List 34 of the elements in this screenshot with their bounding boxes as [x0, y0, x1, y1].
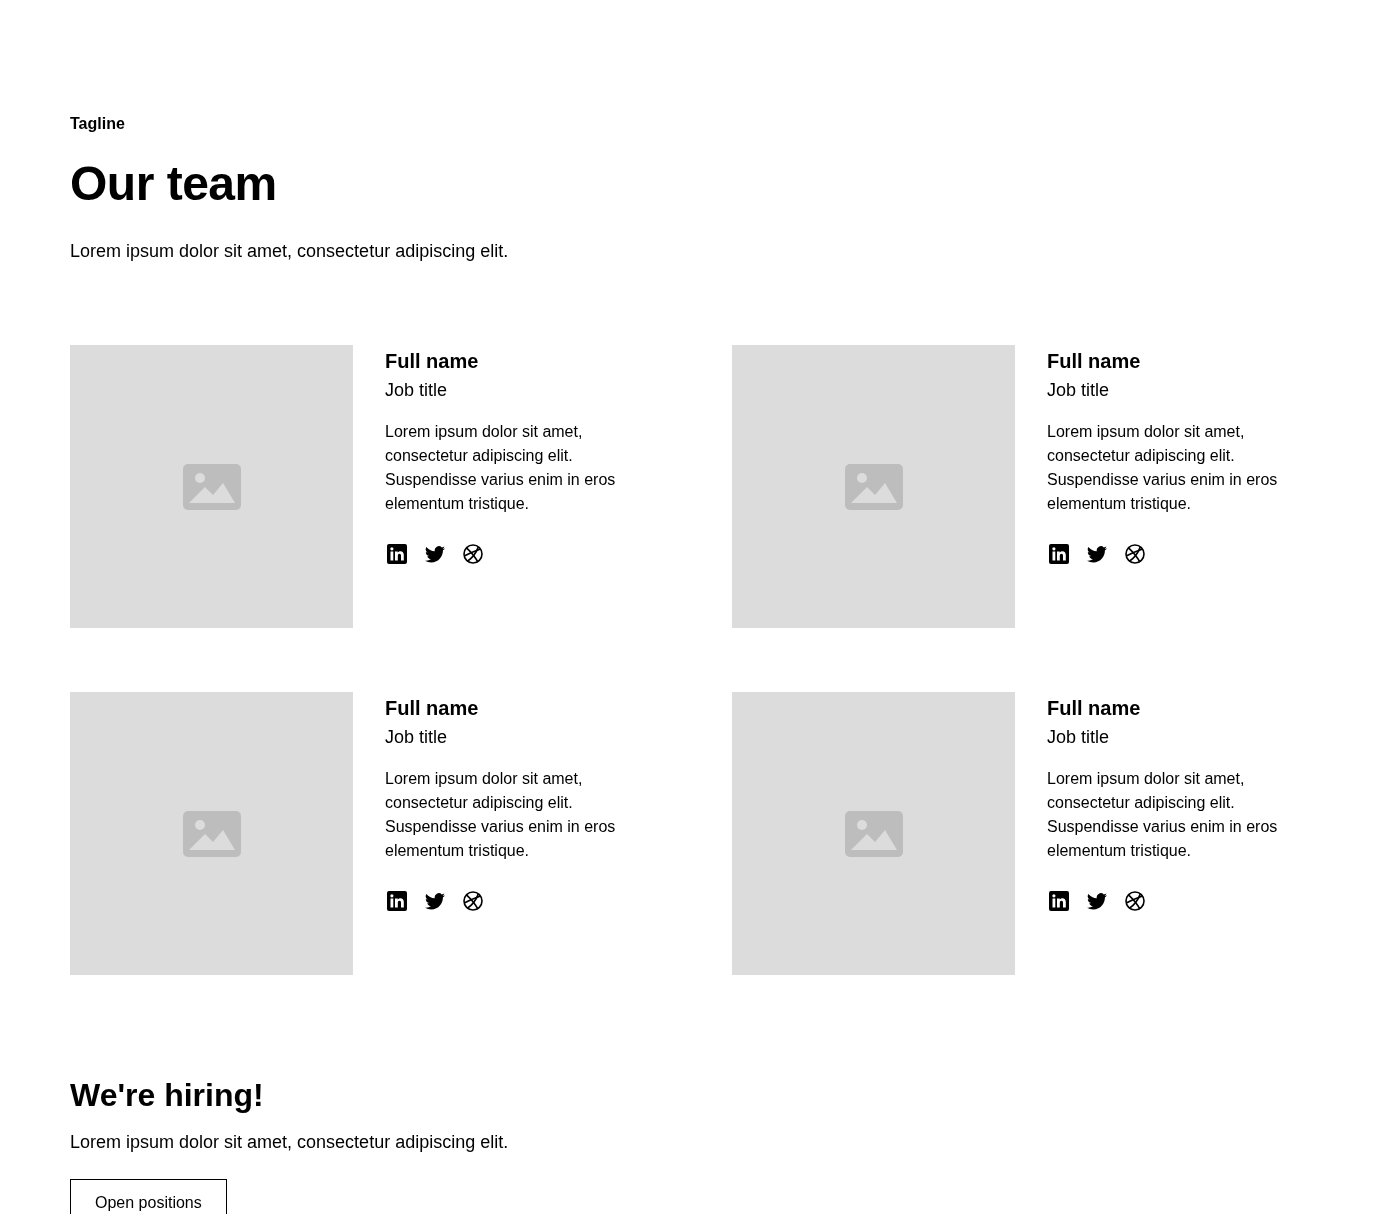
job-title: Job title [1047, 726, 1111, 749]
member-bio: Lorem ipsum dolor sit amet, consectetur adipiscing elit. Suspendisse varius enim in eros elementum tristique. [1047, 769, 1279, 861]
job-title: Job title [385, 726, 449, 749]
hiring-title: We're hiring! [70, 1076, 265, 1115]
image-icon [844, 463, 903, 510]
member-name: Full name [385, 349, 480, 374]
ball-icon[interactable] [1125, 891, 1145, 911]
linkedin-icon[interactable] [387, 891, 407, 911]
tagline: Tagline [70, 114, 126, 134]
job-title: Job title [1047, 379, 1111, 402]
member-bio: Lorem ipsum dolor sit amet, consectetur adipiscing elit. Suspendisse varius enim in eros elementum tristique. [385, 769, 617, 861]
member-name: Full name [1047, 349, 1142, 374]
linkedin-icon[interactable] [1049, 891, 1069, 911]
member-bio: Lorem ipsum dolor sit amet, consectetur adipiscing elit. Suspendisse varius enim in eros elementum tristique. [385, 422, 617, 514]
bird-icon[interactable] [1087, 892, 1107, 910]
intro-text: Lorem ipsum dolor sit amet, consectetur adipiscing elit. [70, 240, 510, 263]
member-bio: Lorem ipsum dolor sit amet, consectetur adipiscing elit. Suspendisse varius enim in eros elementum tristique. [1047, 422, 1279, 514]
linkedin-icon[interactable] [1049, 544, 1069, 564]
bird-icon[interactable] [1087, 545, 1107, 563]
member-name: Full name [1047, 696, 1142, 721]
ball-icon[interactable] [463, 891, 483, 911]
page-title: Our team [70, 156, 278, 212]
linkedin-icon[interactable] [387, 544, 407, 564]
bird-icon[interactable] [425, 892, 445, 910]
ball-icon[interactable] [1125, 544, 1145, 564]
ball-icon[interactable] [463, 544, 483, 564]
image-icon [182, 810, 241, 857]
job-title: Job title [385, 379, 449, 402]
hiring-text: Lorem ipsum dolor sit amet, consectetur adipiscing elit. [70, 1131, 510, 1154]
image-icon [844, 810, 903, 857]
image-icon [182, 463, 241, 510]
member-name: Full name [385, 696, 480, 721]
bird-icon[interactable] [425, 545, 445, 563]
open-positions-button[interactable]: Open positions [70, 1179, 227, 1214]
